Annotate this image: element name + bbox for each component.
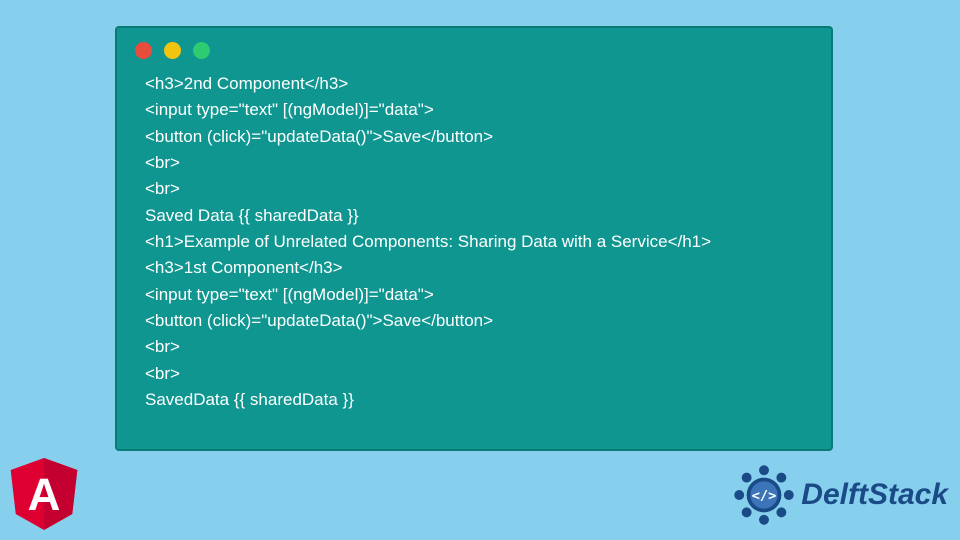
close-icon[interactable] xyxy=(135,42,152,59)
code-content: <h3>2nd Component</h3> <input type="text… xyxy=(117,67,831,423)
code-line: <br> xyxy=(145,179,180,198)
code-line: <br> xyxy=(145,364,180,383)
svg-text:</>: </> xyxy=(752,488,777,504)
code-window: <h3>2nd Component</h3> <input type="text… xyxy=(115,26,833,451)
svg-text:A: A xyxy=(28,469,61,520)
delftstack-brand: </> DelftStack xyxy=(733,464,948,526)
angular-logo-icon: A xyxy=(10,458,78,530)
code-line: <input type="text" [(ngModel)]="data"> xyxy=(145,100,434,119)
code-line: <h3>2nd Component</h3> xyxy=(145,74,348,93)
code-line: <button (click)="updateData()">Save</but… xyxy=(145,127,493,146)
minimize-icon[interactable] xyxy=(164,42,181,59)
code-line: <button (click)="updateData()">Save</but… xyxy=(145,311,493,330)
code-line: <h3>1st Component</h3> xyxy=(145,258,343,277)
delftstack-badge-icon: </> xyxy=(733,464,795,526)
code-line: <br> xyxy=(145,153,180,172)
maximize-icon[interactable] xyxy=(193,42,210,59)
code-line: <h1>Example of Unrelated Components: Sha… xyxy=(145,232,711,251)
code-line: Saved Data {{ sharedData }} xyxy=(145,206,359,225)
window-controls xyxy=(117,28,831,67)
code-line: SavedData {{ sharedData }} xyxy=(145,390,354,409)
code-line: <br> xyxy=(145,337,180,356)
delftstack-label: DelftStack xyxy=(801,478,948,512)
code-line: <input type="text" [(ngModel)]="data"> xyxy=(145,285,434,304)
